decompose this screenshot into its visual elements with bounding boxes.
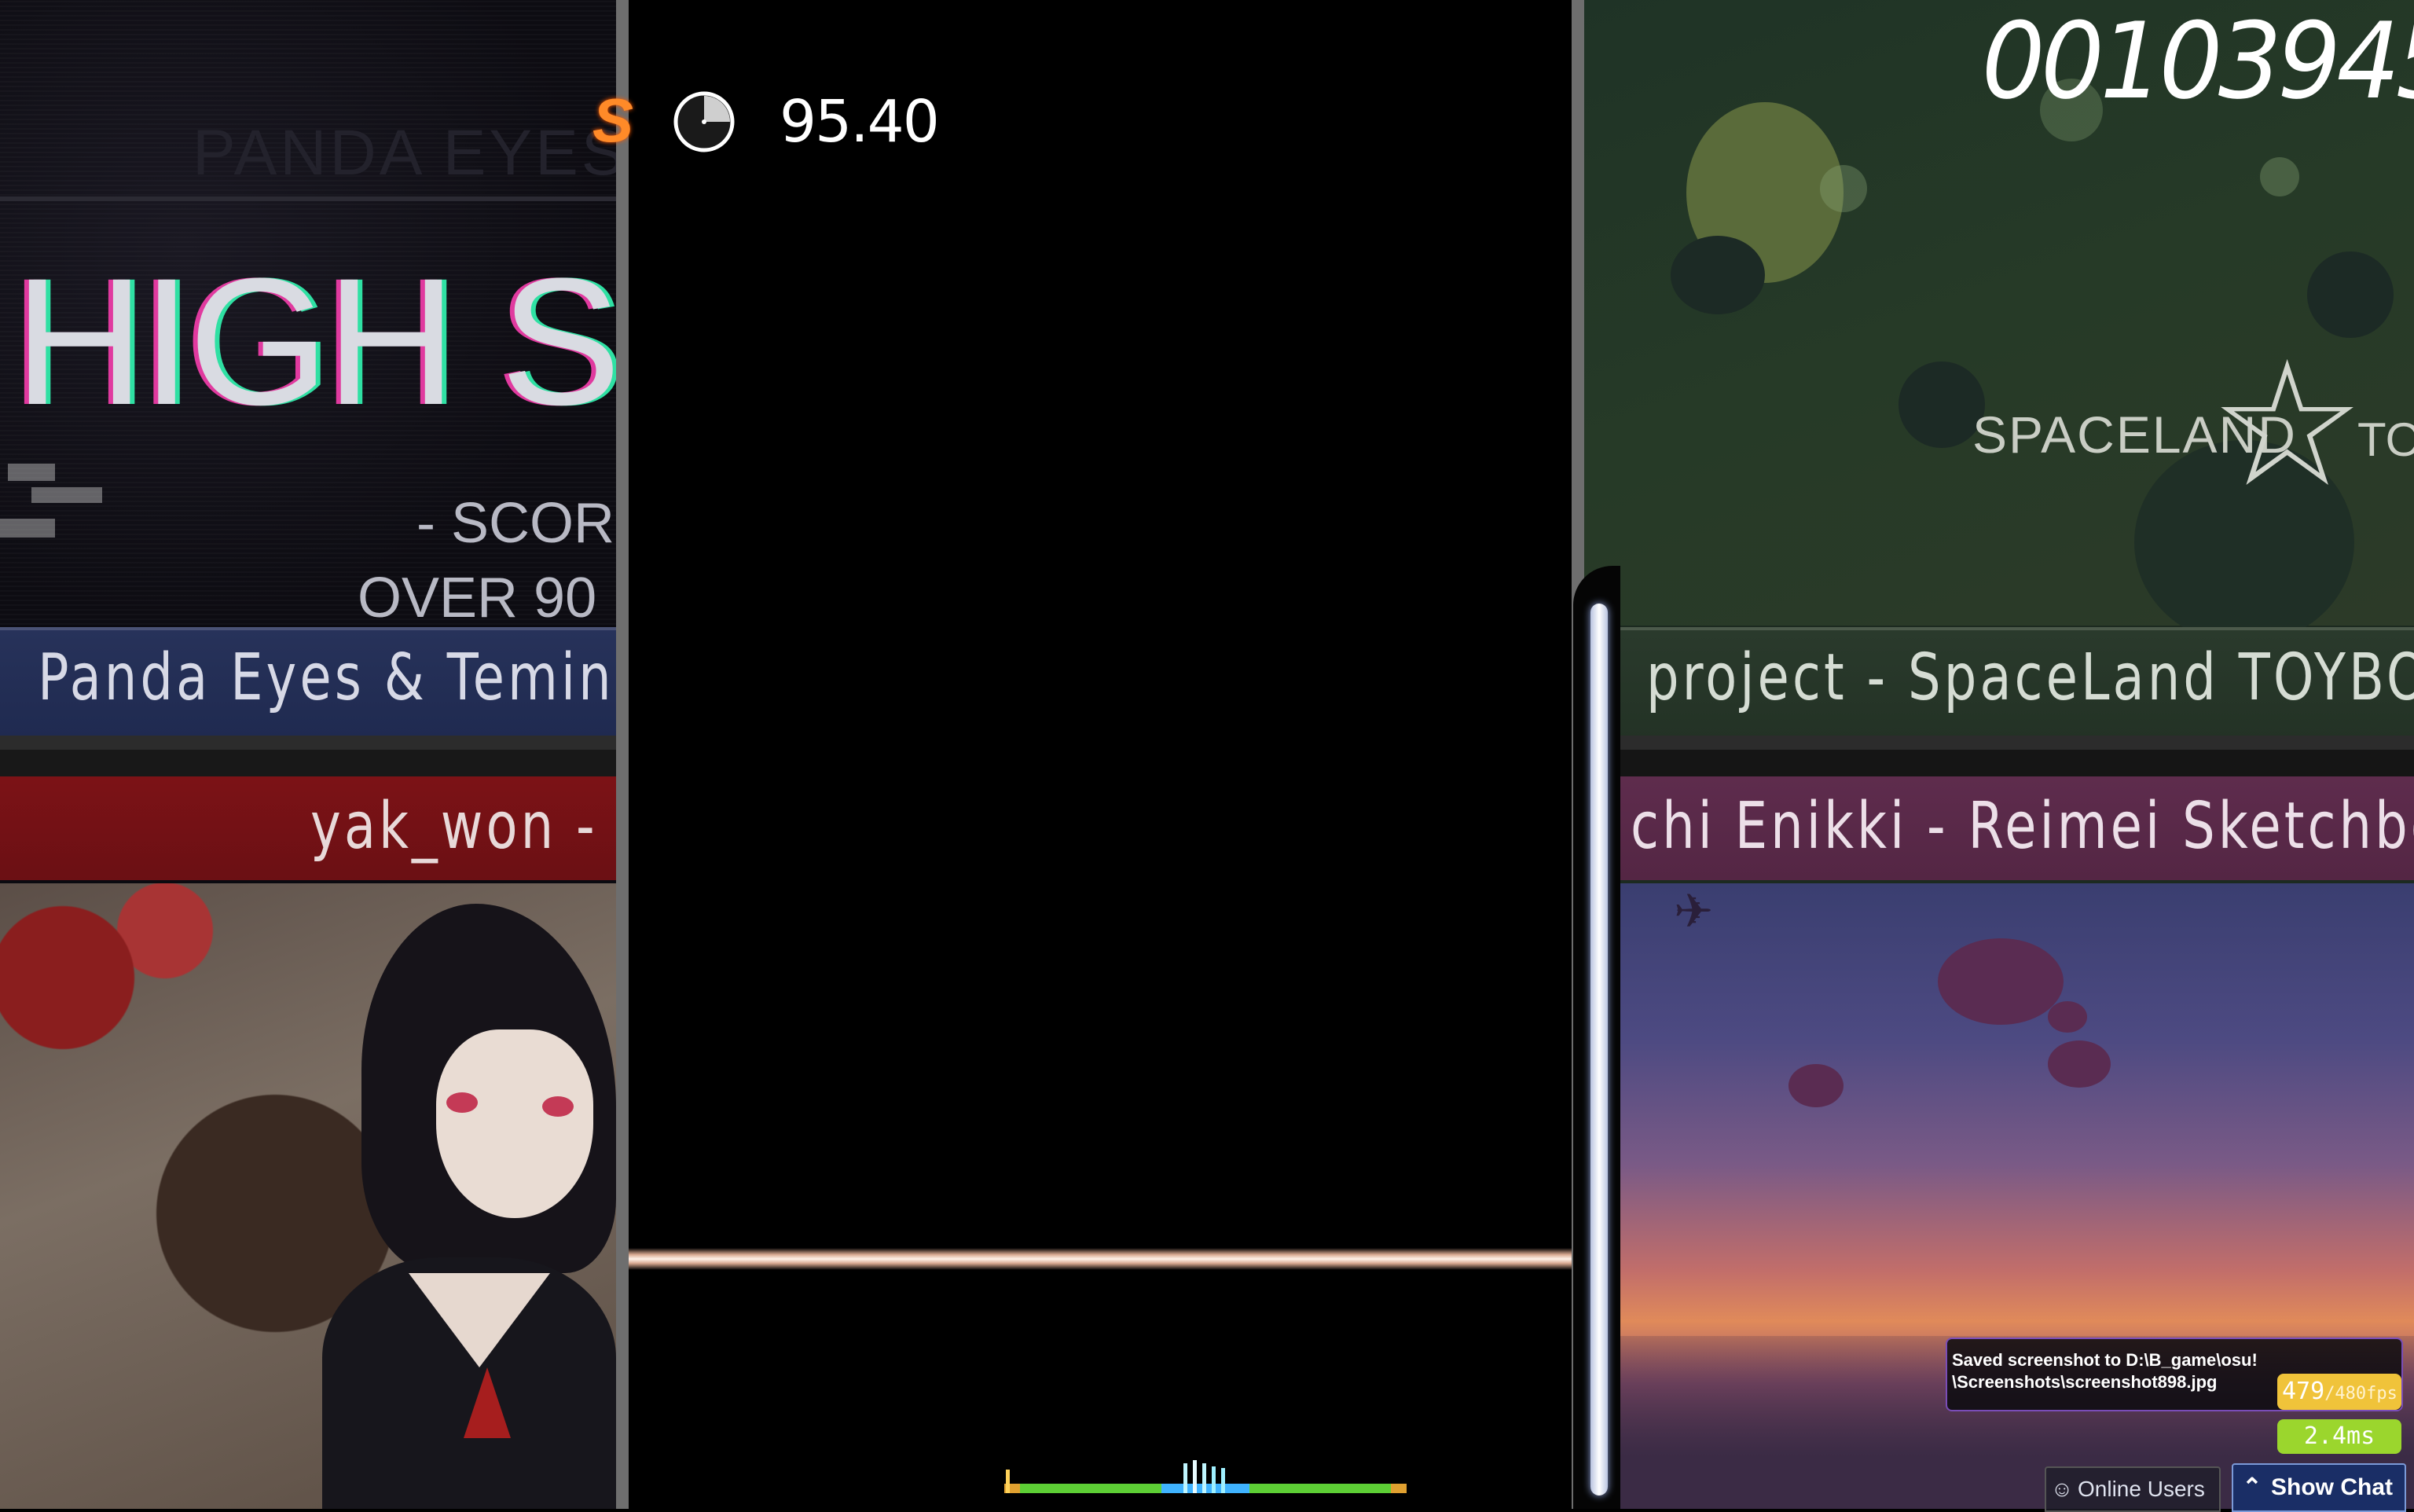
grade-letter: S — [592, 86, 634, 155]
cloud — [1938, 938, 2064, 1025]
anime-eye — [446, 1092, 478, 1113]
online-users-button[interactable]: ☺ Online Users — [2045, 1466, 2221, 1512]
score-display: 00103945 — [1981, 0, 2414, 123]
song-title-right-top: project - SpaceLand TOYBOX — [1646, 640, 2414, 715]
hit-tick — [1193, 1460, 1197, 1493]
playfield — [629, 0, 1572, 1509]
users-icon: ☺ — [2050, 1477, 2074, 1501]
fps-limit: /480fps — [2324, 1384, 2397, 1404]
hit-tick — [1202, 1463, 1206, 1493]
smiley-mouth — [1671, 236, 1765, 314]
song-title-left-mid: yak_won - s — [310, 789, 648, 864]
frame-time-counter: 2.4ms — [2277, 1419, 2401, 1454]
hit-error-meter — [1004, 1460, 1407, 1493]
accuracy-display: 95.40 — [780, 88, 940, 156]
anime-face — [436, 1029, 593, 1218]
hit-window-50 — [1391, 1484, 1407, 1493]
cloud — [2048, 1001, 2087, 1033]
show-chat-label: Show Chat — [2271, 1474, 2393, 1500]
toy-logo-text: TO — [2357, 413, 2414, 466]
glitch-block — [31, 487, 102, 503]
scrollbar-thumb[interactable] — [1590, 604, 1608, 1495]
notification-text: Saved screenshot to D:\B_game\osu! \Scree… — [1952, 1350, 2258, 1392]
song-progress-wedge — [704, 96, 730, 122]
glitch-block — [8, 464, 55, 481]
bokeh-dot — [1820, 165, 1867, 212]
show-chat-button[interactable]: ⌃ Show Chat — [2232, 1463, 2406, 1512]
hit-tick — [1221, 1468, 1225, 1493]
fps-value: 479 — [2282, 1378, 2325, 1405]
cloud — [1788, 1064, 1844, 1107]
fps-counter: 479/480fps — [2277, 1374, 2401, 1410]
judgement-line — [629, 1248, 1572, 1270]
chevron-up-icon: ⌃ — [2242, 1474, 2262, 1500]
song-title-left-top: Panda Eyes & Teminite — [38, 640, 691, 715]
cloud — [2048, 1040, 2111, 1088]
song-title-right-mid: chi Enikki - Reimei Sketchboo — [1631, 789, 2414, 864]
bokeh-dot — [2260, 157, 2299, 196]
artwork-over-text: OVER 90 — [358, 567, 597, 629]
hit-tick — [1183, 1463, 1187, 1493]
song-progress-clock-icon — [673, 91, 735, 152]
glitch-block — [0, 519, 55, 538]
online-users-label: Online Users — [2078, 1477, 2205, 1501]
star-icon: ☆ — [2210, 328, 2365, 521]
anime-eye — [542, 1096, 574, 1117]
playfield-border-left — [616, 0, 629, 1509]
bird-icon: ✈ — [1674, 885, 1714, 938]
hit-tick — [1212, 1466, 1216, 1493]
smiley-eye — [2307, 251, 2394, 338]
artwork-divider — [0, 196, 616, 201]
hit-tick — [1006, 1470, 1010, 1493]
